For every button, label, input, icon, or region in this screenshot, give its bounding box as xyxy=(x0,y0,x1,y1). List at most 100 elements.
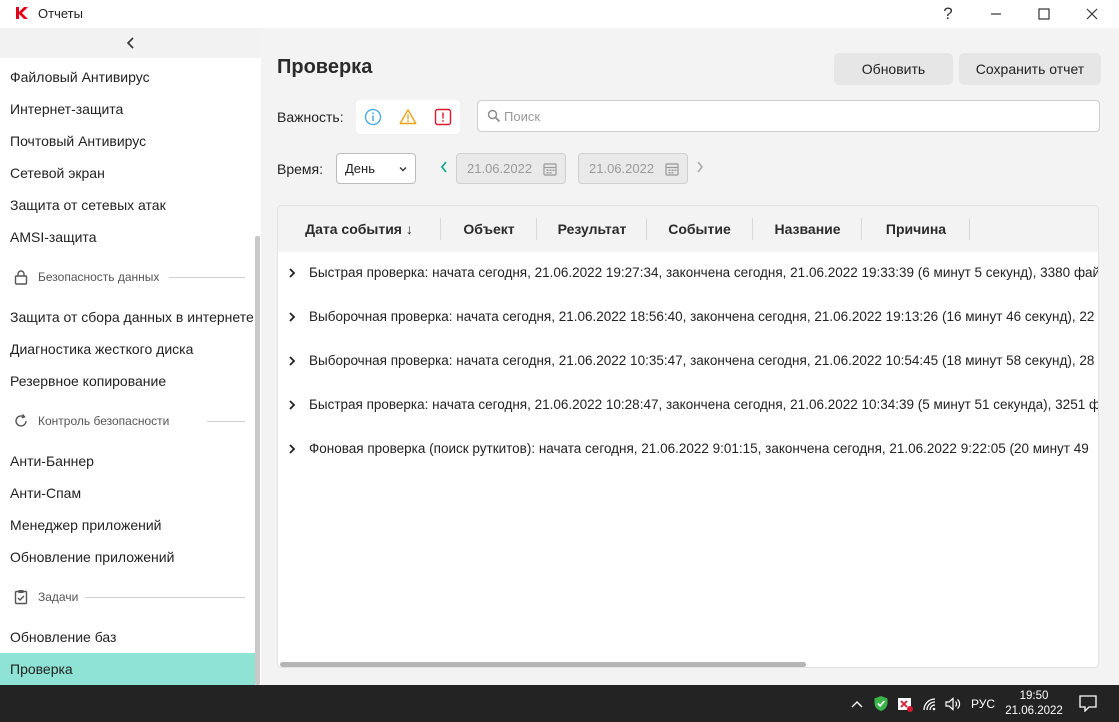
maximize-icon xyxy=(1038,8,1050,20)
sidebar-collapse-button[interactable] xyxy=(0,28,261,58)
sidebar-item-web-protection[interactable]: Интернет-защита xyxy=(0,93,255,125)
kaspersky-tray-button[interactable] xyxy=(871,685,891,722)
row-text: Быстрая проверка: начата сегодня, 21.06.… xyxy=(309,265,1099,280)
column-header-object[interactable]: Объект xyxy=(441,206,537,252)
column-header-reason[interactable]: Причина xyxy=(862,206,970,252)
section-tasks: Задачи xyxy=(0,581,255,613)
taskbar-clock[interactable]: 19:50 21.06.2022 xyxy=(1005,685,1063,722)
section-divider xyxy=(85,597,245,598)
network-button[interactable] xyxy=(920,685,940,722)
sidebar-item-app-updates[interactable]: Обновление приложений xyxy=(0,541,255,573)
chevron-right-icon[interactable] xyxy=(288,311,296,323)
sidebar-item-backup[interactable]: Резервное копирование xyxy=(0,365,255,397)
severity-info-button[interactable] xyxy=(356,100,390,134)
lock-icon xyxy=(14,270,28,285)
warning-icon xyxy=(399,109,417,125)
section-data-security: Безопасность данных xyxy=(0,261,255,293)
sidebar-item-firewall[interactable]: Сетевой экран xyxy=(0,157,255,189)
critical-icon xyxy=(434,108,452,126)
sidebar-item-do-not-track[interactable]: Защита от сбора данных в интернете xyxy=(0,301,255,333)
sidebar-item-database-update[interactable]: Обновление баз xyxy=(0,621,255,653)
column-separator[interactable] xyxy=(969,218,970,240)
title-bar: Отчеты ? xyxy=(0,0,1119,28)
severity-label: Важность: xyxy=(277,109,344,125)
sidebar-item-disk-diagnostics[interactable]: Диагностика жесткого диска xyxy=(0,333,255,365)
severity-filter xyxy=(356,100,460,134)
volume-button[interactable] xyxy=(943,685,963,722)
sidebar-item-anti-banner[interactable]: Анти-Баннер xyxy=(0,445,255,477)
close-button[interactable] xyxy=(1069,0,1115,28)
chevron-right-icon[interactable] xyxy=(288,443,296,455)
column-header-event-date[interactable]: Дата события ↓ xyxy=(278,206,440,252)
input-language-button[interactable]: РУС xyxy=(968,685,998,722)
row-text: Фоновая проверка (поиск руткитов): начат… xyxy=(309,441,1089,456)
chevron-up-icon xyxy=(851,700,863,707)
tray-app-button[interactable] xyxy=(895,685,915,722)
period-select[interactable]: День xyxy=(336,153,416,184)
date-to-field[interactable]: 21.06.2022 xyxy=(578,153,688,184)
column-header-result[interactable]: Результат xyxy=(537,206,647,252)
column-label: Дата события xyxy=(305,221,402,237)
kaspersky-logo-icon xyxy=(16,7,28,19)
calendar-icon xyxy=(665,163,679,176)
sort-descending-icon: ↓ xyxy=(405,221,413,237)
sidebar-item-amsi[interactable]: AMSI-защита xyxy=(0,221,255,253)
minimize-icon xyxy=(991,13,1001,15)
speaker-icon xyxy=(944,696,960,711)
sidebar-item-file-antivirus[interactable]: Файловый Антивирус xyxy=(0,61,255,93)
show-hidden-icons-button[interactable] xyxy=(848,685,866,722)
app-alert-icon xyxy=(898,697,913,712)
section-divider xyxy=(169,277,245,278)
notifications-button[interactable] xyxy=(1074,685,1102,722)
table-row[interactable]: Выборочная проверка: начата сегодня, 21.… xyxy=(278,340,1098,384)
clock-time: 19:50 xyxy=(1019,689,1049,702)
notification-icon xyxy=(1079,695,1097,712)
search-placeholder: Поиск xyxy=(504,109,541,124)
help-button[interactable]: ? xyxy=(925,0,971,28)
table-header: Дата события ↓ Объект Результат Событие … xyxy=(278,206,1098,252)
refresh-button[interactable]: Обновить xyxy=(834,53,953,85)
table-row[interactable]: Выборочная проверка: начата сегодня, 21.… xyxy=(278,296,1098,340)
clipboard-check-icon xyxy=(14,590,28,605)
info-icon xyxy=(364,108,382,126)
sidebar-item-scan[interactable]: Проверка xyxy=(0,653,255,685)
close-icon xyxy=(1086,8,1098,20)
chevron-right-icon[interactable] xyxy=(288,355,296,367)
severity-warning-button[interactable] xyxy=(391,100,425,134)
section-label: Задачи xyxy=(38,590,79,604)
refresh-shield-icon xyxy=(15,414,27,427)
maximize-button[interactable] xyxy=(1021,0,1067,28)
row-text: Быстрая проверка: начата сегодня, 21.06.… xyxy=(309,397,1099,412)
column-header-name[interactable]: Название xyxy=(753,206,862,252)
previous-period-icon[interactable] xyxy=(439,160,449,174)
date-from-field[interactable]: 21.06.2022 xyxy=(456,153,566,184)
section-divider xyxy=(207,421,245,422)
search-icon xyxy=(487,109,501,123)
sidebar-item-anti-spam[interactable]: Анти-Спам xyxy=(0,477,255,509)
table-row[interactable]: Быстрая проверка: начата сегодня, 21.06.… xyxy=(278,384,1099,428)
chevron-right-icon[interactable] xyxy=(288,267,296,279)
sidebar-item-network-attack-blocker[interactable]: Защита от сетевых атак xyxy=(0,189,255,221)
next-period-icon[interactable] xyxy=(695,160,705,174)
save-report-button[interactable]: Сохранить отчет xyxy=(959,53,1101,85)
row-text: Выборочная проверка: начата сегодня, 21.… xyxy=(309,353,1095,368)
severity-critical-button[interactable] xyxy=(426,100,460,134)
sidebar-item-mail-antivirus[interactable]: Почтовый Антивирус xyxy=(0,125,255,157)
section-label: Безопасность данных xyxy=(38,270,160,284)
section-label: Контроль безопасности xyxy=(38,414,170,428)
sidebar-item-app-manager[interactable]: Менеджер приложений xyxy=(0,509,255,541)
date-to-value: 21.06.2022 xyxy=(589,161,655,176)
clock-date: 21.06.2022 xyxy=(1005,704,1063,717)
sidebar-scrollbar[interactable] xyxy=(255,236,260,685)
table-row[interactable]: Фоновая проверка (поиск руткитов): начат… xyxy=(278,428,1098,472)
minimize-button[interactable] xyxy=(973,0,1019,28)
chevron-down-icon xyxy=(399,167,407,172)
search-input[interactable]: Поиск xyxy=(477,100,1100,132)
table-row[interactable]: Быстрая проверка: начата сегодня, 21.06.… xyxy=(278,252,1099,296)
window-title: Отчеты xyxy=(38,6,83,21)
column-header-event[interactable]: Событие xyxy=(647,206,752,252)
chevron-right-icon[interactable] xyxy=(288,399,296,411)
horizontal-scrollbar[interactable] xyxy=(280,662,806,667)
date-from-value: 21.06.2022 xyxy=(467,161,533,176)
taskbar: РУС 19:50 21.06.2022 xyxy=(0,685,1119,722)
